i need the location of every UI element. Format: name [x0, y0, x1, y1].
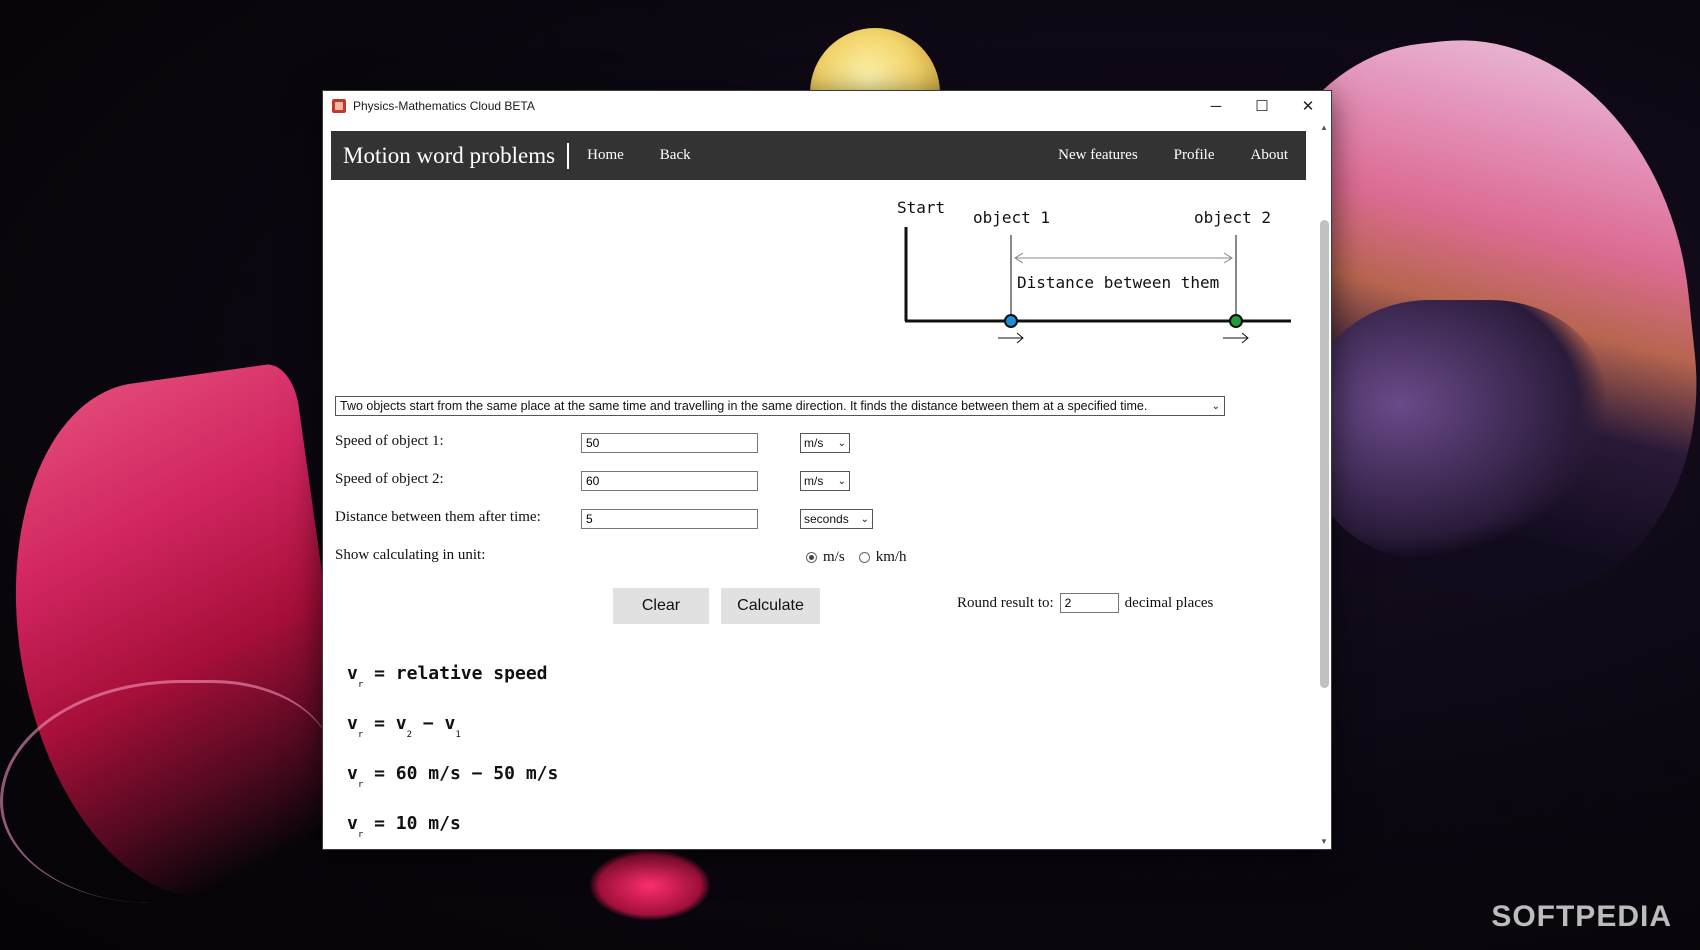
calc-unit-label: Show calculating in unit: — [335, 547, 486, 563]
object2-dot — [1229, 314, 1243, 328]
speed1-unit-value: m/s — [804, 436, 824, 450]
time-label: Distance between them after time: — [335, 509, 541, 525]
time-unit-select[interactable]: seconds ⌄ — [800, 509, 873, 529]
calculate-button[interactable]: Calculate — [721, 588, 820, 624]
wallpaper-shape-right-inner — [1310, 300, 1610, 560]
radio-kmh[interactable] — [858, 552, 870, 563]
maximize-button[interactable]: ☐ — [1239, 91, 1285, 121]
nav-home[interactable]: Home — [569, 147, 642, 164]
wallpaper-shape-bottom — [590, 850, 710, 920]
chevron-down-icon: ⌄ — [1211, 400, 1220, 412]
wallpaper-shape-left — [0, 360, 365, 920]
result-line-4: vr = 10 m/s — [347, 813, 461, 840]
app-icon — [332, 99, 346, 113]
chevron-down-icon: ⌄ — [860, 513, 869, 525]
start-label: Start — [897, 198, 945, 217]
close-button[interactable]: ✕ — [1285, 91, 1331, 121]
speed2-label: Speed of object 2: — [335, 471, 444, 487]
object1-label: object 1 — [973, 208, 1050, 227]
window-controls: ─ ☐ ✕ — [1193, 91, 1331, 121]
nav-profile[interactable]: Profile — [1156, 147, 1233, 164]
app-window: Physics-Mathematics Cloud BETA ─ ☐ ✕ ▲ ▼… — [322, 90, 1332, 850]
radio-ms[interactable] — [806, 552, 817, 563]
problem-type-value: Two objects start from the same place at… — [340, 399, 1148, 413]
scrollbar-thumb[interactable] — [1320, 220, 1329, 688]
scroll-up-arrow-icon[interactable]: ▲ — [1317, 121, 1331, 135]
minimize-button[interactable]: ─ — [1193, 91, 1239, 121]
object2-label: object 2 — [1194, 208, 1271, 227]
page-title: Motion word problems — [331, 142, 570, 169]
chevron-down-icon: ⌄ — [837, 437, 846, 449]
clear-button[interactable]: Clear — [613, 588, 709, 624]
result-line-1: vr = relative speed — [347, 663, 548, 690]
page-content: Motion word problems Home Back New featu… — [331, 131, 1306, 840]
round-group: Round result to: 2 decimal places — [957, 593, 1213, 613]
round-suffix: decimal places — [1124, 594, 1214, 611]
speed1-unit-select[interactable]: m/s ⌄ — [800, 433, 850, 453]
radio-kmh-label: km/h — [875, 549, 907, 565]
calc-unit-radio-group: m/s km/h — [806, 549, 907, 566]
result-line-2: vr = v2 − v1 — [347, 713, 461, 740]
round-input[interactable]: 2 — [1059, 593, 1119, 613]
round-label: Round result to: — [957, 594, 1054, 611]
watermark: SOFTPEDIA — [1491, 900, 1672, 933]
problem-type-select[interactable]: Two objects start from the same place at… — [335, 396, 1225, 416]
nav-new-features[interactable]: New features — [1040, 147, 1156, 164]
scroll-down-arrow-icon[interactable]: ▼ — [1317, 835, 1331, 849]
speed2-input[interactable]: 60 — [581, 471, 758, 491]
distance-label: Distance between them — [1017, 273, 1219, 292]
time-unit-value: seconds — [804, 512, 849, 526]
result-line-3: vr = 60 m/s − 50 m/s — [347, 763, 559, 790]
object1-dot — [1004, 314, 1018, 328]
title-bar[interactable]: Physics-Mathematics Cloud BETA ─ ☐ ✕ — [323, 91, 1331, 121]
speed2-unit-value: m/s — [804, 474, 824, 488]
nav-back[interactable]: Back — [642, 147, 709, 164]
navbar: Motion word problems Home Back New featu… — [331, 131, 1306, 180]
radio-ms-label: m/s — [823, 549, 845, 565]
vertical-scrollbar[interactable]: ▲ ▼ — [1317, 121, 1331, 849]
chevron-down-icon: ⌄ — [837, 475, 846, 487]
speed1-label: Speed of object 1: — [335, 433, 444, 449]
speed1-input[interactable]: 50 — [581, 433, 758, 453]
nav-about[interactable]: About — [1233, 147, 1307, 164]
motion-diagram: Start object 1 object 2 Distance between… — [897, 198, 1291, 344]
window-title: Physics-Mathematics Cloud BETA — [353, 99, 535, 113]
time-input[interactable]: 5 — [581, 509, 758, 529]
wallpaper-ribbon-left — [0, 680, 333, 903]
speed2-unit-select[interactable]: m/s ⌄ — [800, 471, 850, 491]
